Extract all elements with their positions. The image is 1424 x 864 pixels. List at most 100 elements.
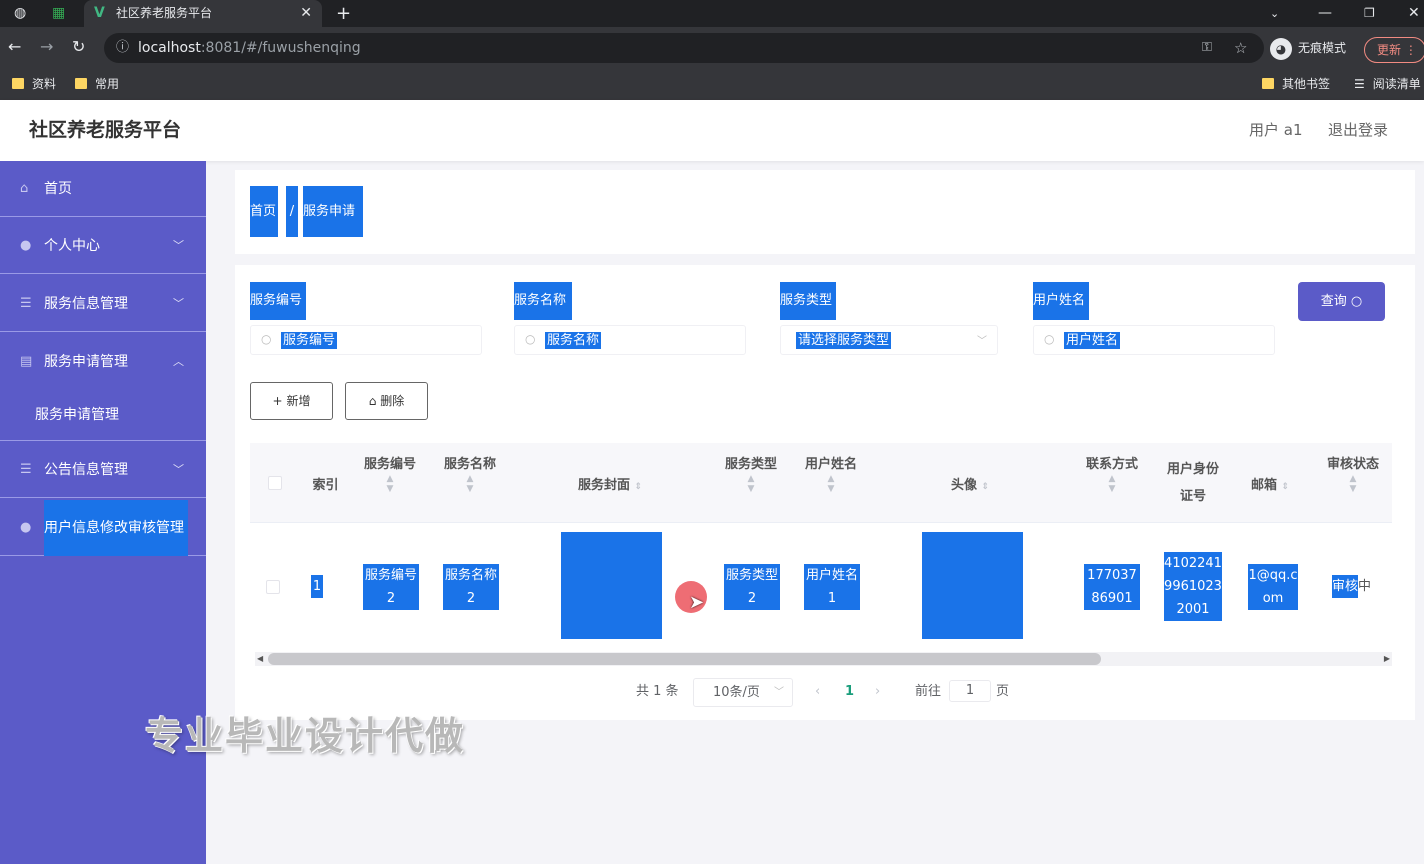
back-arrow-icon[interactable]: ← <box>8 37 21 56</box>
query-button[interactable]: 查询 ○ <box>1298 282 1385 321</box>
tab-search-icon[interactable]: ⌄ <box>1270 0 1279 27</box>
header-index: 索引 <box>312 478 339 493</box>
app-header: 社区养老服务平台 用户 a1 退出登录 <box>0 100 1424 161</box>
folder-icon <box>12 78 24 89</box>
sidebar-item-notice[interactable]: ☰ 公告信息管理 ﹀ <box>0 442 206 498</box>
search-icon: ○ <box>261 332 272 346</box>
sidebar-item-home[interactable]: ⌂ 首页 <box>0 161 206 217</box>
sidebar-item-personal-center[interactable]: ● 个人中心 ﹀ <box>0 218 206 274</box>
prev-page-icon[interactable]: ‹ <box>815 678 820 706</box>
header-avatar[interactable]: 头像 ⇕ <box>920 474 1020 493</box>
chevron-down-icon: ﹀ <box>173 463 184 476</box>
reload-icon[interactable]: ↻ <box>72 37 85 56</box>
update-button[interactable]: 更新 ⋮ <box>1364 37 1424 63</box>
breadcrumb-card <box>235 170 1415 254</box>
row-status: 审核中 <box>1332 575 1382 598</box>
select-all-checkbox[interactable] <box>268 476 282 490</box>
sidebar-subitem-service-apply[interactable]: 服务申请管理 <box>0 389 206 441</box>
tab-close-icon[interactable]: ✕ <box>300 0 312 27</box>
chevron-down-icon: ﹀ <box>173 297 184 310</box>
row-checkbox[interactable] <box>266 580 280 594</box>
scroll-left-icon[interactable]: ◀ <box>257 652 263 666</box>
bookmark-folder-1[interactable]: 资料 <box>12 69 56 100</box>
page-number-current[interactable]: 1 <box>845 678 854 706</box>
next-page-icon[interactable]: › <box>875 678 880 706</box>
avatar-image[interactable] <box>922 532 1023 639</box>
sort-icon: ▲ ▼ <box>386 474 394 494</box>
header-email[interactable]: 邮箱 ⇕ <box>1240 474 1300 493</box>
search-icon: ○ <box>1044 332 1055 346</box>
sidebar-item-service-apply[interactable]: ▤ 服务申请管理 ︿ <box>0 334 206 390</box>
breadcrumb-current: 服务申请 <box>303 186 363 237</box>
goto-page-input[interactable]: 1 <box>949 680 991 702</box>
user-icon: ● <box>20 520 32 535</box>
row-user-name: 用户姓名1 <box>803 564 861 610</box>
breadcrumb-separator: / <box>286 186 298 237</box>
info-icon[interactable]: ⓘ <box>116 33 129 63</box>
url-input[interactable]: ⓘ localhost:8081/#/fuwushenqing ⚿ ☆ <box>104 33 1264 63</box>
reading-list[interactable]: ☰ 阅读清单 <box>1354 69 1421 100</box>
mouse-cursor-icon: ➤ <box>689 592 705 613</box>
new-tab-icon[interactable]: + <box>336 0 351 27</box>
key-icon[interactable]: ⚿ <box>1202 33 1212 63</box>
other-bookmarks[interactable]: 其他书签 <box>1262 69 1330 100</box>
table-horizontal-scrollbar[interactable]: ◀ ▶ <box>255 652 1392 666</box>
folder-icon <box>1262 78 1274 89</box>
user-label[interactable]: 用户 a1 <box>1249 100 1303 161</box>
service-type-select[interactable]: 请选择服务类型 ﹀ <box>780 325 998 355</box>
clipboard-icon: ▤ <box>20 354 33 369</box>
browser-tab-active[interactable]: V 社区养老服务平台 ✕ <box>84 0 322 27</box>
minimize-icon[interactable]: — <box>1318 0 1332 27</box>
plus-icon: + <box>272 394 283 408</box>
logout-link[interactable]: 退出登录 <box>1328 100 1388 161</box>
header-status[interactable]: 审核状态 ▲ ▼ <box>1322 456 1384 494</box>
browser-tab-bar: ◍ ▦ V 社区养老服务平台 ✕ + ⌄ — ❐ ✕ <box>0 0 1424 27</box>
scrollbar-thumb[interactable] <box>268 653 1101 665</box>
sheet-icon[interactable]: ▦ <box>52 0 65 27</box>
incognito-indicator[interactable]: ◕ 无痕模式 <box>1270 35 1346 61</box>
window-close-icon[interactable]: ✕ <box>1408 0 1420 27</box>
chevron-up-icon: ︿ <box>173 355 184 368</box>
list-icon: ☰ <box>20 462 32 477</box>
sort-icon: ▲ ▼ <box>747 474 755 494</box>
bookmark-folder-2[interactable]: 常用 <box>75 69 119 100</box>
header-cover[interactable]: 服务封面 ⇕ <box>555 474 665 493</box>
service-name-input[interactable]: ○ 服务名称 <box>514 325 746 355</box>
restore-icon[interactable]: ❐ <box>1364 0 1375 27</box>
header-service-type[interactable]: 服务类型 ▲ ▼ <box>721 456 781 494</box>
row-id-card: 410224199610232001 <box>1163 552 1223 621</box>
pagination-total: 共 1 条 <box>636 684 679 699</box>
update-label: 更新 <box>1377 43 1402 57</box>
star-icon[interactable]: ☆ <box>1234 33 1247 63</box>
user-name-input[interactable]: ○ 用户姓名 <box>1033 325 1275 355</box>
filter-label-service-type: 服务类型 <box>780 282 836 320</box>
filter-label-service-name: 服务名称 <box>514 282 572 320</box>
header-id-card[interactable]: 用户身份证号 <box>1162 456 1224 510</box>
forward-arrow-icon[interactable]: → <box>40 37 53 56</box>
sidebar-item-service-info[interactable]: ☰ 服务信息管理 ﹀ <box>0 276 206 332</box>
globe-icon[interactable]: ◍ <box>14 0 26 27</box>
browser-address-bar: ← → ↻ ⓘ localhost:8081/#/fuwushenqing ⚿ … <box>0 27 1424 69</box>
page-unit-label: 页 <box>996 684 1010 699</box>
page-size-select[interactable]: 10条/页 ﹀ <box>693 678 793 707</box>
header-phone[interactable]: 联系方式 ▲ ▼ <box>1082 456 1142 494</box>
service-cover-image[interactable] <box>561 532 662 639</box>
add-button[interactable]: + 新增 <box>250 382 333 420</box>
header-user-name[interactable]: 用户姓名 ▲ ▼ <box>801 456 861 494</box>
watermark-text: 专业毕业设计代做 <box>145 714 466 758</box>
reading-list-icon: ☰ <box>1354 77 1365 91</box>
filter-label-user-name: 用户姓名 <box>1033 282 1089 320</box>
scroll-right-icon[interactable]: ▶ <box>1384 652 1390 666</box>
service-no-input[interactable]: ○ 服务编号 <box>250 325 482 355</box>
header-service-no[interactable]: 服务编号 ▲ ▼ <box>360 456 420 494</box>
sidebar-item-user-review[interactable]: ● 用户信息修改审核管理 <box>0 500 206 556</box>
delete-button[interactable]: ⌂ 删除 <box>345 382 428 420</box>
app-title: 社区养老服务平台 <box>29 119 182 141</box>
search-icon: ○ <box>525 332 536 346</box>
sort-icon: ⇕ <box>634 482 643 492</box>
breadcrumb-home[interactable]: 首页 <box>250 186 278 237</box>
sort-icon: ⇕ <box>1281 482 1290 492</box>
row-phone: 17703786901 <box>1083 564 1141 610</box>
sort-icon: ⇕ <box>981 482 990 492</box>
header-service-name[interactable]: 服务名称 ▲ ▼ <box>440 456 500 494</box>
